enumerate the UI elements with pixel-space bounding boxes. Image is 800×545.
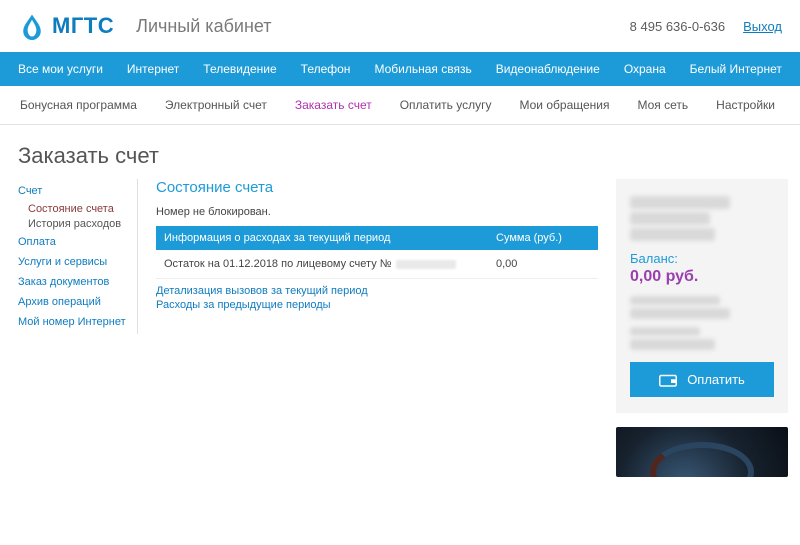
nav-primary-item[interactable]: Мобильная связь	[362, 52, 483, 86]
section-title: Состояние счета	[156, 179, 598, 196]
blocking-note: Номер не блокирован.	[156, 206, 598, 218]
sidebar-group[interactable]: Оплата	[18, 234, 127, 250]
support-phone: 8 495 636-0-636	[630, 19, 725, 34]
table-row: Остаток на 01.12.2018 по лицевому счету …	[156, 250, 598, 279]
nav-primary-item[interactable]: Видеонаблюдение	[484, 52, 612, 86]
account-number-masked	[396, 260, 456, 269]
sidebar-group[interactable]: Услуги и сервисы	[18, 254, 127, 270]
header: МГТС Личный кабинет 8 495 636-0-636 Выхо…	[0, 0, 800, 52]
phone-label-masked	[630, 296, 720, 305]
main: Счет Состояние счета История расходов Оп…	[0, 179, 800, 497]
sidebar-sub-item[interactable]: История расходов	[18, 218, 127, 230]
content: Состояние счета Номер не блокирован. Инф…	[156, 179, 598, 313]
sidebar-sub-item[interactable]: Состояние счета	[18, 203, 127, 215]
sidebar-group[interactable]: Архив операций	[18, 294, 127, 310]
nav-primary-item[interactable]: Телевидение	[191, 52, 288, 86]
nav-primary-item[interactable]: Интернет	[115, 52, 191, 86]
nav-secondary-item[interactable]: Моя сеть	[623, 86, 702, 124]
account-card: Баланс: 0,00 руб. Оплатить	[616, 179, 788, 413]
nav-primary-item[interactable]: Антивирус	[794, 52, 800, 86]
link-prev-periods[interactable]: Расходы за предыдущие периоды	[156, 299, 598, 311]
sidebar-group[interactable]: Счет	[18, 183, 127, 199]
phone-value-masked	[630, 308, 730, 319]
pay-button-label: Оплатить	[687, 372, 745, 387]
page-title: Заказать счет	[0, 125, 800, 179]
nav-primary-item[interactable]: Все мои услуги	[6, 52, 115, 86]
nav-secondary-item[interactable]: Бонусная программа	[6, 86, 151, 124]
nav-secondary-item[interactable]: Заказать счет	[281, 86, 386, 124]
user-name-masked	[630, 228, 715, 241]
nav-secondary-item[interactable]: Настройки	[702, 86, 789, 124]
nav-secondary: Бонусная программа Электронный счет Зака…	[0, 86, 800, 125]
col-info: Информация о расходах за текущий период	[156, 226, 488, 250]
cabinet-title: Личный кабинет	[136, 16, 271, 37]
row-label: Остаток на 01.12.2018 по лицевому счету …	[156, 250, 488, 279]
account-value-masked	[630, 339, 715, 350]
droplet-icon	[18, 12, 46, 40]
nav-primary-item[interactable]: Телефон	[289, 52, 363, 86]
row-label-text: Остаток на 01.12.2018 по лицевому счету …	[164, 258, 392, 270]
nav-secondary-item[interactable]: Электронный счет	[151, 86, 281, 124]
balance-label: Баланс:	[630, 251, 774, 266]
expense-table: Информация о расходах за текущий период …	[156, 226, 598, 279]
sidebar-group[interactable]: Мой номер Интернет	[18, 314, 127, 330]
pay-button[interactable]: Оплатить	[630, 362, 774, 397]
nav-primary-item[interactable]: Белый Интернет	[678, 52, 794, 86]
logout-link[interactable]: Выход	[743, 19, 782, 34]
sidebar-group[interactable]: Заказ документов	[18, 274, 127, 290]
detail-links: Детализация вызовов за текущий период Ра…	[156, 285, 598, 311]
sidebar: Счет Состояние счета История расходов Оп…	[18, 179, 138, 334]
right-column: Баланс: 0,00 руб. Оплатить	[616, 179, 788, 477]
brand-name: МГТС	[52, 13, 114, 39]
col-sum: Сумма (руб.)	[488, 226, 598, 250]
brand-logo[interactable]: МГТС	[18, 12, 114, 40]
nav-secondary-item[interactable]: Мои обращения	[506, 86, 624, 124]
row-value: 0,00	[488, 250, 598, 279]
nav-primary-item[interactable]: Охрана	[612, 52, 678, 86]
user-name-masked	[630, 212, 710, 225]
nav-primary: Все мои услуги Интернет Телевидение Теле…	[0, 52, 800, 86]
wallet-icon	[659, 373, 677, 387]
nav-secondary-item[interactable]: Оплатить услугу	[386, 86, 506, 124]
user-name-masked	[630, 196, 730, 209]
promo-banner[interactable]	[616, 427, 788, 477]
account-label-masked	[630, 327, 700, 336]
balance-value: 0,00 руб.	[630, 268, 774, 286]
link-detail-current[interactable]: Детализация вызовов за текущий период	[156, 285, 598, 297]
